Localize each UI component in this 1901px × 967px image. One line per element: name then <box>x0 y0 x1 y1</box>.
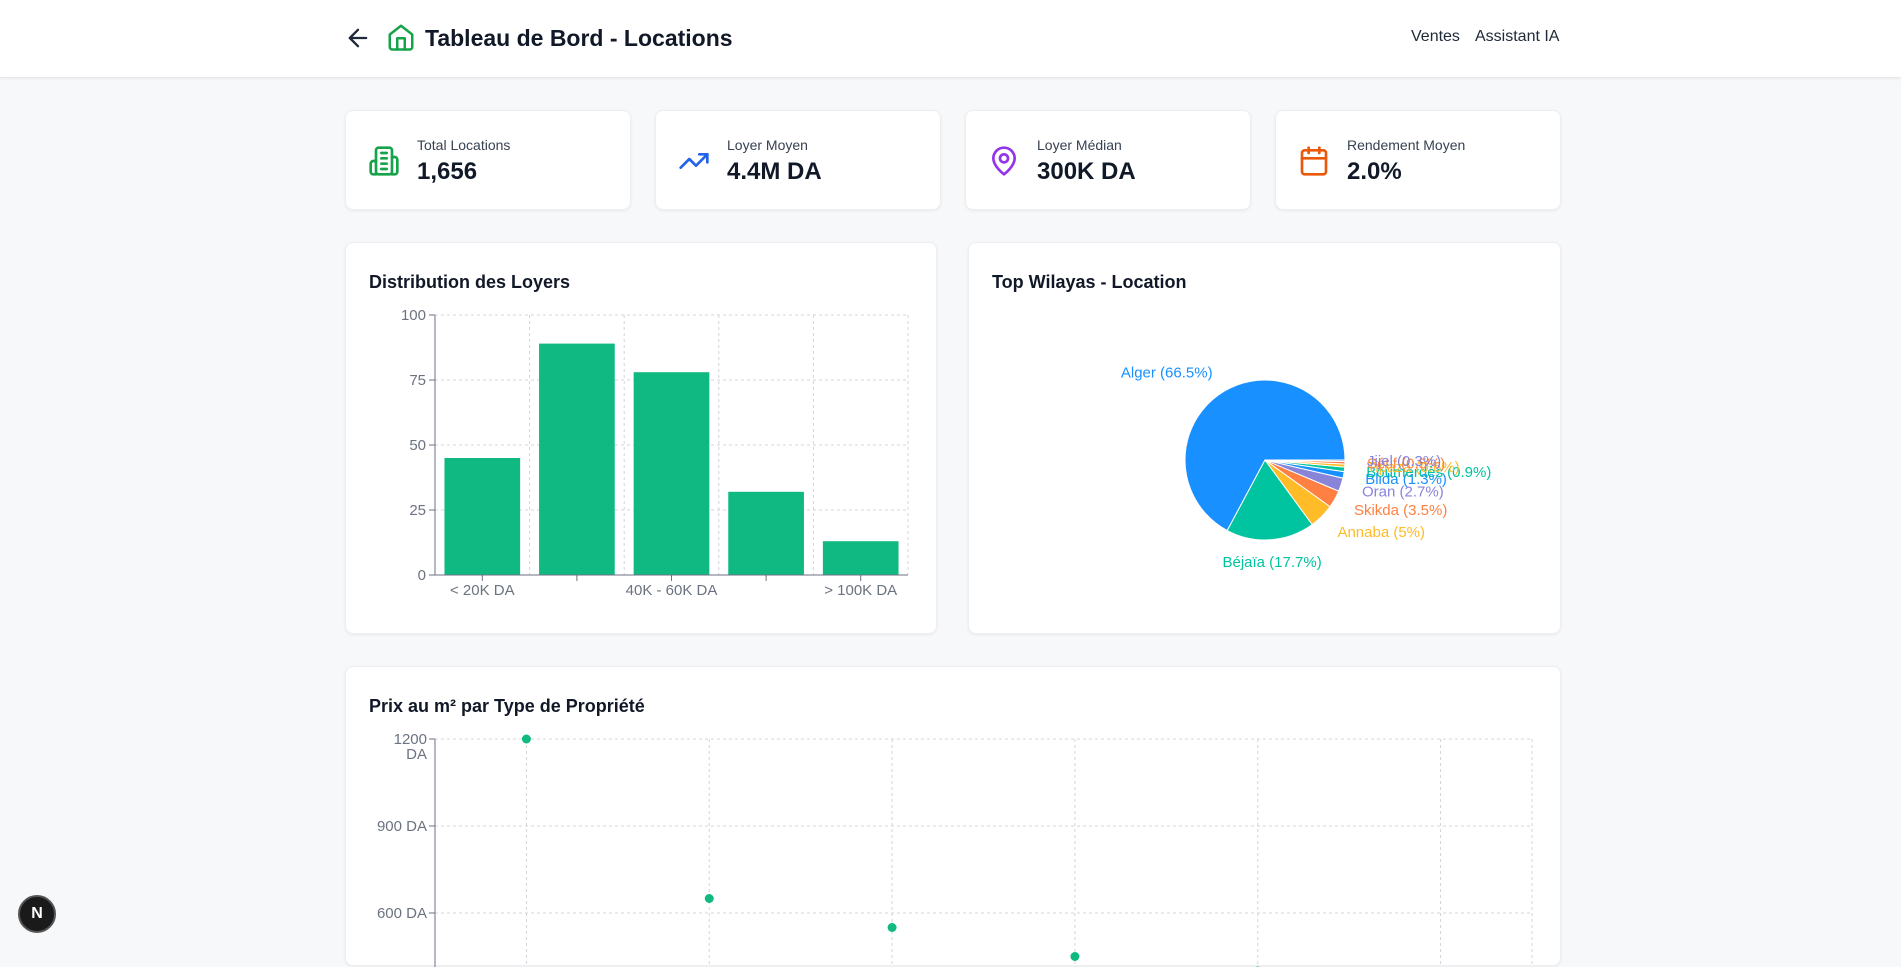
scatter-chart: 1200DA900 DA600 DA300 DA <box>346 667 1562 967</box>
x-tick-label: < 20K DA <box>450 582 515 599</box>
pie-label: Alger (66.5%) <box>1121 364 1213 381</box>
nav-link-ventes[interactable]: Ventes <box>1411 28 1460 46</box>
stat-card-rendement-moyen: Rendement Moyen 2.0% <box>1275 110 1561 210</box>
pie-chart-card: Top Wilayas - Location Alger (66.5%)Béja… <box>968 242 1561 634</box>
calendar-icon <box>1298 145 1330 177</box>
top-bar: Tableau de Bord - Locations Ventes Assis… <box>0 0 1901 78</box>
x-tick-label: > 100K DA <box>824 582 897 599</box>
stat-label: Loyer Médian <box>1037 137 1122 153</box>
scatter-chart-card: Prix au m² par Type de Propriété 1200DA9… <box>345 666 1561 966</box>
y-tick-label: 900 DA <box>377 818 427 835</box>
stat-label: Total Locations <box>417 137 510 153</box>
x-tick-label: 40K - 60K DA <box>626 582 718 599</box>
bar <box>728 492 804 575</box>
y-tick-label: 75 <box>409 372 426 389</box>
scatter-point <box>1070 952 1079 961</box>
bar-chart: 0 25 50 75 100 < 20K DA 40K - 60K DA > 100K DA <box>346 243 938 635</box>
stat-value: 300K DA <box>1037 158 1136 186</box>
pie-chart: Alger (66.5%) Béjaïa (17.7%) Annaba (5%) Sk… <box>969 243 1562 635</box>
bar <box>823 541 899 575</box>
y-tick-label: 25 <box>409 502 426 519</box>
page-title: Tableau de Bord - Locations <box>425 25 733 52</box>
pie-label: Jijel (0.3%) <box>1367 453 1441 470</box>
building-icon <box>368 145 400 177</box>
map-pin-icon <box>988 145 1020 177</box>
pie-label: Skikda (3.5%) <box>1354 502 1447 519</box>
home-icon <box>386 22 416 52</box>
scatter-point <box>705 894 714 903</box>
stat-value: 2.0% <box>1347 158 1402 186</box>
pie-label: Béjaïa (17.7%) <box>1222 554 1321 571</box>
stat-label: Rendement Moyen <box>1347 137 1465 153</box>
next-dev-badge[interactable]: N <box>18 895 56 933</box>
pie-label: Annaba (5%) <box>1337 524 1425 541</box>
y-tick-label: 50 <box>409 437 426 454</box>
y-tick-label: 0 <box>418 567 426 584</box>
trending-up-icon <box>678 145 710 177</box>
back-arrow-icon[interactable] <box>344 24 372 52</box>
bar-chart-card: Distribution des Loyers 0255075100< 20K … <box>345 242 937 634</box>
stat-label: Loyer Moyen <box>727 137 808 153</box>
stat-value: 1,656 <box>417 158 477 186</box>
bar <box>634 372 710 575</box>
stat-card-loyer-median: Loyer Médian 300K DA <box>965 110 1251 210</box>
stat-value: 4.4M DA <box>727 158 822 186</box>
bar <box>444 458 520 575</box>
stat-card-total-locations: Total Locations 1,656 <box>345 110 631 210</box>
scatter-point <box>888 923 897 932</box>
scatter-point <box>522 735 531 744</box>
y-tick-label: DA <box>406 746 427 763</box>
y-tick-label: 600 DA <box>377 905 427 922</box>
stat-card-loyer-moyen: Loyer Moyen 4.4M DA <box>655 110 941 210</box>
y-tick-label: 100 <box>401 307 426 324</box>
bar <box>539 344 615 575</box>
nav-link-assistant-ia[interactable]: Assistant IA <box>1475 28 1559 46</box>
